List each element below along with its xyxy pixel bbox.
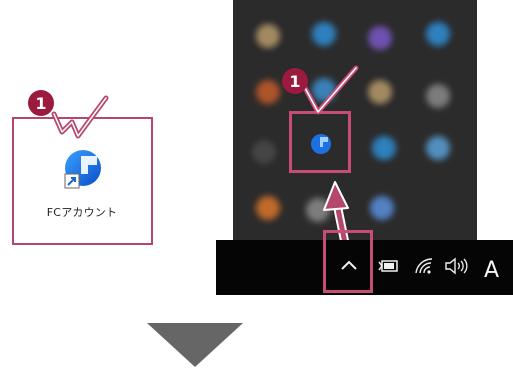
volume-icon[interactable] xyxy=(444,257,470,275)
check-mark-callout xyxy=(296,64,366,120)
tray-app-icon[interactable] xyxy=(370,196,394,220)
tray-app-icon[interactable] xyxy=(252,140,276,164)
tray-app-icon[interactable] xyxy=(426,136,450,160)
chevron-up-icon[interactable] xyxy=(338,254,360,276)
tray-app-icon[interactable] xyxy=(368,26,392,50)
shortcut-label: FCアカウント xyxy=(46,206,118,219)
ime-indicator[interactable]: A xyxy=(484,258,499,283)
step-number-badge: 1 xyxy=(28,90,54,116)
tray-app-icon[interactable] xyxy=(312,22,336,46)
wifi-icon[interactable] xyxy=(414,257,434,275)
tray-app-icon[interactable] xyxy=(256,80,280,104)
fc-account-app-icon xyxy=(64,150,101,189)
fc-account-tray-icon[interactable] xyxy=(308,131,334,157)
tray-app-icon[interactable] xyxy=(426,22,450,46)
tray-app-icon[interactable] xyxy=(368,80,392,104)
battery-icon[interactable] xyxy=(378,258,400,274)
tray-app-icon[interactable] xyxy=(256,196,280,220)
step-number-badge: 1 xyxy=(282,68,308,94)
tray-app-icon[interactable] xyxy=(372,136,396,160)
down-arrow-icon xyxy=(147,323,243,367)
tray-app-icon[interactable] xyxy=(426,84,450,108)
tray-app-icon[interactable] xyxy=(256,24,280,48)
fc-account-shortcut[interactable] xyxy=(59,148,103,192)
